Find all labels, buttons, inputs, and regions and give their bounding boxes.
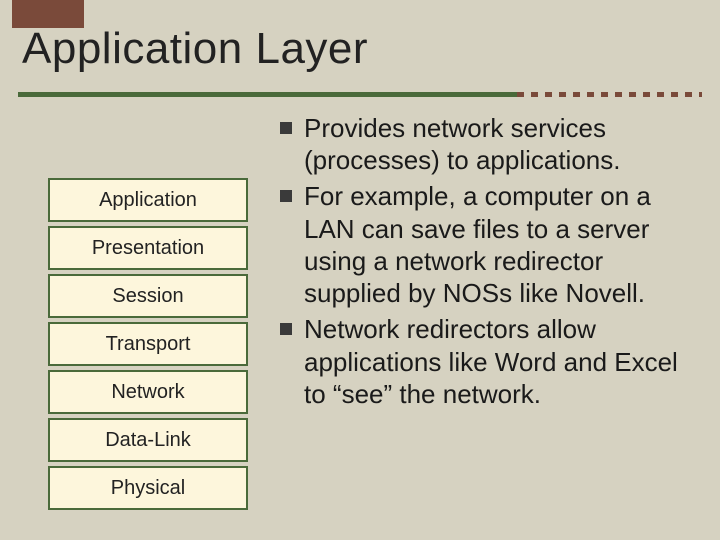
layer-label: Transport <box>106 333 191 356</box>
bullet-item: Provides network services (processes) to… <box>278 112 698 176</box>
underline-dashed <box>517 92 702 97</box>
layer-box-physical: Physical <box>48 466 248 510</box>
layer-box-network: Network <box>48 370 248 414</box>
bullet-list: Provides network services (processes) to… <box>278 112 698 414</box>
bullet-square-icon <box>280 122 292 134</box>
layer-label: Data-Link <box>105 429 191 452</box>
layer-box-data-link: Data-Link <box>48 418 248 462</box>
bullet-item: Network redirectors allow applications l… <box>278 313 698 410</box>
bullet-square-icon <box>280 323 292 335</box>
bullet-item: For example, a computer on a LAN can sav… <box>278 180 698 309</box>
slide: Application Layer Application Presentati… <box>0 0 720 540</box>
layer-box-transport: Transport <box>48 322 248 366</box>
slide-title: Application Layer <box>22 24 368 74</box>
bullet-text: Provides network services (processes) to… <box>304 113 620 175</box>
title-underline <box>18 92 702 104</box>
underline-solid <box>18 92 517 97</box>
layer-box-session: Session <box>48 274 248 318</box>
bullet-text: For example, a computer on a LAN can sav… <box>304 181 651 308</box>
bullet-square-icon <box>280 190 292 202</box>
layer-label: Session <box>112 285 183 308</box>
layer-box-application: Application <box>48 178 248 222</box>
layer-box-presentation: Presentation <box>48 226 248 270</box>
layer-label: Network <box>111 381 184 404</box>
layer-label: Presentation <box>92 237 204 260</box>
osi-layer-stack: Application Presentation Session Transpo… <box>48 178 248 514</box>
layer-label: Application <box>99 189 197 212</box>
bullet-text: Network redirectors allow applications l… <box>304 314 678 408</box>
layer-label: Physical <box>111 477 185 500</box>
